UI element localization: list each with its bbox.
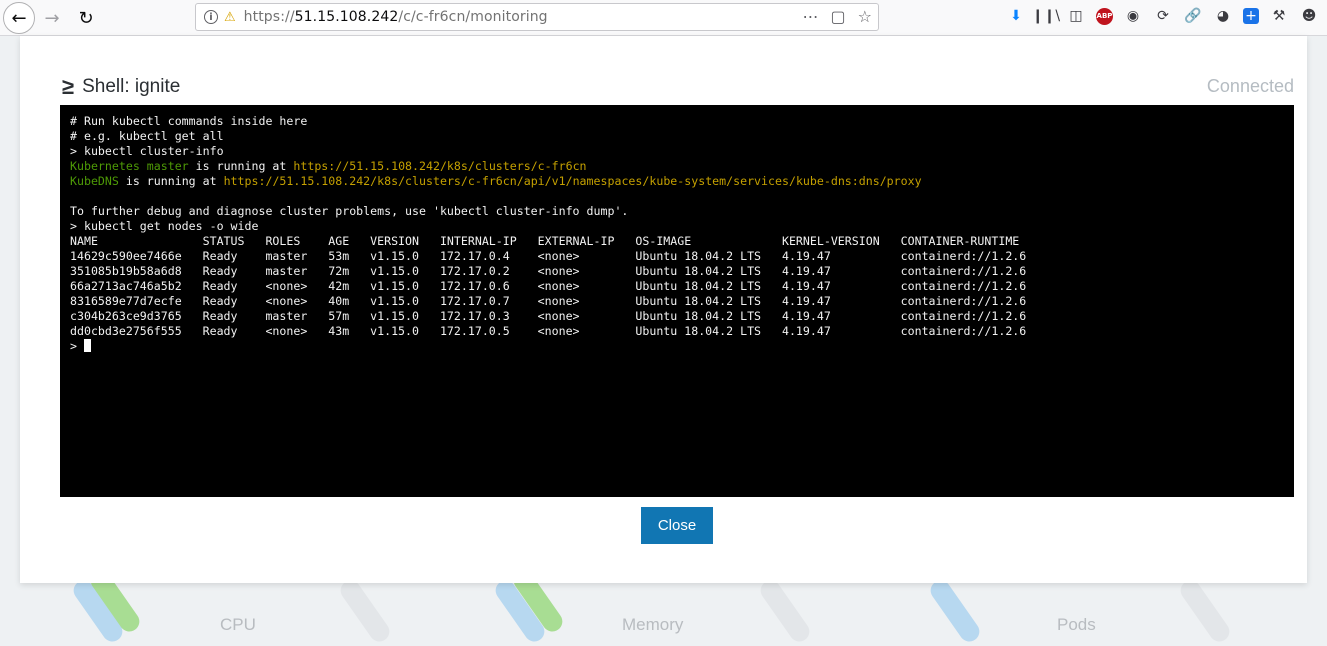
connection-status: Connected bbox=[1206, 76, 1294, 96]
extension-circle-icon[interactable]: ◉ bbox=[1123, 6, 1143, 26]
modal-header: ≥ Shell: ignite bbox=[62, 74, 180, 100]
warning-lock-icon[interactable]: ⚠ bbox=[224, 10, 236, 25]
reload-button[interactable]: ↻ bbox=[72, 4, 100, 32]
terminal-prompt-line[interactable]: > bbox=[70, 339, 1284, 354]
url-host: 51.15.108.242 bbox=[294, 9, 399, 25]
translate-icon[interactable]: ⚒ bbox=[1269, 6, 1289, 26]
sync-icon[interactable]: ⟳ bbox=[1153, 6, 1173, 26]
k8s-master-url: https://51.15.108.242/k8s/clusters/c-fr6… bbox=[293, 159, 587, 173]
cpu-gauge-arc-end bbox=[336, 576, 394, 646]
terminal-line: > kubectl get nodes -o wide bbox=[70, 219, 259, 233]
info-icon[interactable]: i bbox=[204, 10, 218, 24]
url-bar[interactable]: i ⚠ https://51.15.108.242/c/c-fr6cn/moni… bbox=[195, 3, 879, 31]
url-text[interactable]: https://51.15.108.242/c/c-fr6cn/monitori… bbox=[244, 9, 548, 25]
add-extension-icon[interactable]: + bbox=[1243, 8, 1259, 24]
shell-modal: ≥ Shell: ignite Connected # Run kubectl … bbox=[20, 36, 1307, 583]
terminal-line-k8s-master: Kubernetes master is running at https://… bbox=[70, 159, 1284, 174]
node-table-header: NAME STATUS ROLES AGE VERSION INTERNAL-I… bbox=[70, 234, 1020, 248]
reload-icon: ↻ bbox=[78, 7, 94, 29]
download-icon[interactable]: ⬇ bbox=[1006, 6, 1026, 26]
terminal-cursor bbox=[83, 339, 91, 352]
url-path: /c/c-fr6cn/monitoring bbox=[398, 9, 548, 25]
kubedns-label: KubeDNS bbox=[70, 174, 119, 188]
pods-gauge-arc bbox=[926, 576, 984, 646]
pods-gauge-label: Pods bbox=[1057, 615, 1096, 634]
terminal-line-kubedns: KubeDNS is running at https://51.15.108.… bbox=[70, 174, 1284, 189]
terminal-line: > kubectl cluster-info bbox=[70, 144, 224, 158]
extension-icons: ⬇ ❙❙\ ◫ ABP ◉ ⟳ 🔗 ◕ + ⚒ ☻ bbox=[1006, 6, 1319, 26]
node-table-row: 351085b19b58a6d8 Ready master 72m v1.15.… bbox=[70, 264, 1027, 278]
pocket-icon[interactable]: ▢ bbox=[831, 7, 846, 26]
node-table-row: c304b263ce9d3765 Ready master 57m v1.15.… bbox=[70, 309, 1027, 323]
back-button[interactable]: ← bbox=[3, 2, 35, 34]
node-table-row: dd0cbd3e2756f555 Ready <none> 43m v1.15.… bbox=[70, 324, 1027, 338]
pods-gauge-arc-end bbox=[1176, 576, 1234, 646]
kubedns-text: is running at bbox=[118, 174, 224, 188]
node-table-row: 8316589e77d7ecfe Ready <none> 40m v1.15.… bbox=[70, 294, 1027, 308]
forward-button[interactable]: → bbox=[38, 4, 66, 32]
terminal-line: # Run kubectl commands inside here bbox=[70, 114, 308, 128]
globe-icon[interactable]: ◕ bbox=[1213, 6, 1233, 26]
page-actions-icon[interactable]: ⋯ bbox=[803, 7, 819, 26]
bookmark-star-icon[interactable]: ☆ bbox=[858, 7, 872, 26]
cpu-gauge-label: CPU bbox=[220, 615, 256, 634]
k8s-master-text: is running at bbox=[188, 159, 294, 173]
terminal-prompt: > bbox=[70, 339, 84, 353]
memory-gauge-label: Memory bbox=[622, 615, 684, 634]
library-icon[interactable]: ❙❙\ bbox=[1032, 6, 1060, 26]
k8s-master-label: Kubernetes master bbox=[70, 159, 189, 173]
arrow-left-icon: ← bbox=[11, 7, 27, 29]
shell-prompt-icon: ≥ bbox=[62, 74, 75, 99]
account-icon[interactable]: ☻ bbox=[1299, 6, 1319, 26]
terminal-line: # e.g. kubectl get all bbox=[70, 129, 224, 143]
browser-toolbar: ← → ↻ i ⚠ https://51.15.108.242/c/c-fr6c… bbox=[0, 0, 1327, 36]
adblock-icon[interactable]: ABP bbox=[1096, 7, 1113, 25]
url-actions: ⋯ ▢ ☆ bbox=[803, 7, 872, 26]
arrow-right-icon: → bbox=[44, 7, 60, 29]
node-table-row: 14629c590ee7466e Ready master 53m v1.15.… bbox=[70, 249, 1027, 263]
terminal-line: To further debug and diagnose cluster pr… bbox=[70, 204, 629, 218]
kubedns-url: https://51.15.108.242/k8s/clusters/c-fr6… bbox=[223, 174, 922, 188]
terminal[interactable]: # Run kubectl commands inside here # e.g… bbox=[60, 105, 1294, 497]
memory-gauge-arc-end bbox=[756, 576, 814, 646]
node-table-row: 66a2713ac746a5b2 Ready <none> 42m v1.15.… bbox=[70, 279, 1027, 293]
close-button[interactable]: Close bbox=[641, 507, 713, 544]
sidebar-icon[interactable]: ◫ bbox=[1066, 6, 1086, 26]
url-scheme: https:// bbox=[243, 9, 295, 25]
modal-title: Shell: ignite bbox=[82, 76, 181, 97]
link-icon[interactable]: 🔗 bbox=[1183, 6, 1203, 26]
